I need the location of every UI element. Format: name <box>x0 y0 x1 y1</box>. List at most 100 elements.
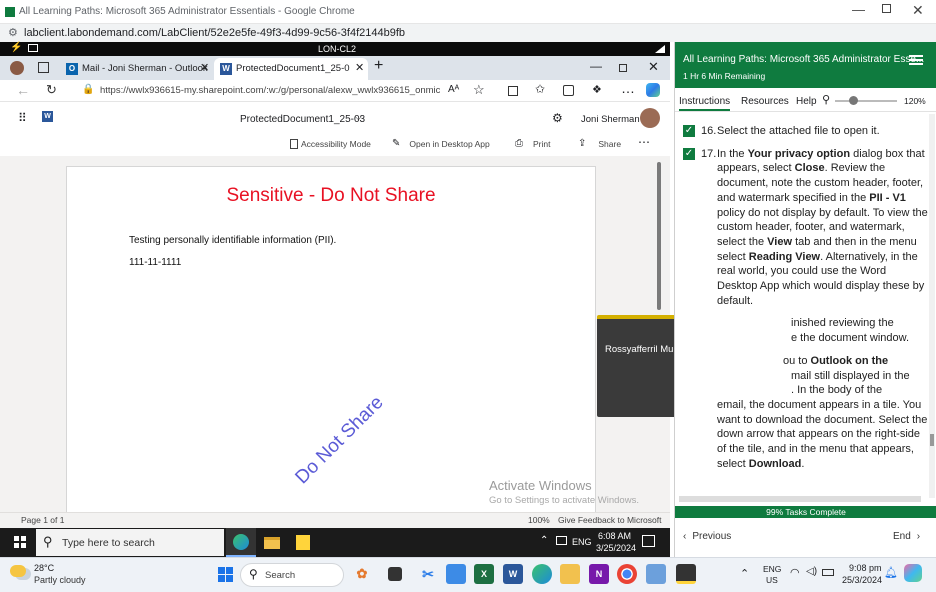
restore-icon[interactable] <box>619 64 627 72</box>
vm-search-box[interactable]: ⚲ Type here to search <box>36 529 224 556</box>
zoom-level[interactable]: 100% <box>528 515 550 525</box>
address-url[interactable]: labclient.labondemand.com/LabClient/52e2… <box>24 27 405 39</box>
copilot-icon[interactable] <box>904 564 922 582</box>
settings-icon[interactable]: ⚙ <box>552 111 563 125</box>
vm-date[interactable]: 3/25/2024 <box>596 543 636 553</box>
vm-time[interactable]: 6:08 AM <box>598 531 631 541</box>
open-in-desktop-button[interactable]: ✎ Open in Desktop App <box>392 138 490 149</box>
zoom-slider-thumb[interactable] <box>849 96 858 105</box>
tab-instructions[interactable]: Instructions <box>679 96 731 111</box>
split-screen-icon[interactable] <box>508 86 518 96</box>
chrome-titlebar: All Learning Paths: Microsoft 365 Admini… <box>0 0 936 24</box>
step-17: ✓ 17. In the Your privacy option dialog … <box>675 147 929 309</box>
avatar[interactable] <box>640 108 660 128</box>
edge-address[interactable]: https://wwlx936615-my.sharepoint.com/:w:… <box>100 85 440 96</box>
notification-icon[interactable] <box>642 535 655 547</box>
zoom-slider[interactable] <box>835 96 897 105</box>
previous-button[interactable]: ‹ Previous <box>683 531 731 542</box>
end-button[interactable]: End › <box>893 531 920 542</box>
zoom-icon[interactable]: ⚲ <box>822 93 830 106</box>
share-button[interactable]: ⇪ Share <box>578 138 621 149</box>
lab-scrollbar[interactable] <box>929 114 935 498</box>
lab-hscrollbar[interactable] <box>679 496 921 502</box>
close-icon[interactable]: ✕ <box>912 2 924 19</box>
sticky-notes-icon[interactable] <box>296 535 310 550</box>
chevron-up-icon[interactable]: ⌃ <box>540 535 548 546</box>
store-icon[interactable] <box>446 564 466 584</box>
vm-taskbar: ⚲ Type here to search ⌃ ENG 6:08 AM 3/25… <box>0 528 670 557</box>
refresh-icon[interactable]: ↻ <box>46 82 57 98</box>
profile-icon[interactable] <box>10 61 24 75</box>
onenote-icon[interactable]: N <box>589 564 609 584</box>
tab-resources[interactable]: Resources <box>741 96 789 107</box>
back-icon[interactable]: ← <box>16 82 30 98</box>
vm-lang[interactable]: ENG <box>572 537 592 547</box>
flowers-widget-icon[interactable]: ✿ <box>352 564 372 584</box>
close-icon[interactable]: ✕ <box>648 59 659 75</box>
host-region[interactable]: US <box>766 575 778 585</box>
more-icon[interactable]: … <box>621 80 635 96</box>
new-tab-icon[interactable]: + <box>374 57 383 75</box>
chrome-addressbar: ⚙ labclient.labondemand.com/LabClient/52… <box>0 24 936 42</box>
user-name[interactable]: Joni Sherman <box>581 114 640 125</box>
chevron-up-icon[interactable]: ⌃ <box>740 567 749 580</box>
vm-edge-app[interactable] <box>226 528 256 557</box>
accessibility-mode-button[interactable]: Accessibility Mode <box>290 139 371 149</box>
collections-icon[interactable] <box>563 85 574 96</box>
file-explorer-icon[interactable] <box>560 564 580 584</box>
favorite-icon[interactable]: ☆ <box>473 82 485 98</box>
scrollbar-thumb[interactable] <box>930 434 934 446</box>
more-options-icon[interactable]: ⋯ <box>638 135 650 149</box>
notification-bell-icon[interactable]: 🔔︎ <box>884 566 898 579</box>
document-title[interactable]: ProtectedDocument1_25-03 <box>240 114 365 125</box>
restore-icon[interactable] <box>882 4 891 13</box>
network-icon[interactable] <box>556 536 567 545</box>
tab-word-doc[interactable]: W ProtectedDocument1_25-03.doc ✕ <box>214 58 368 80</box>
minimize-icon[interactable]: — <box>590 59 602 73</box>
minimize-icon[interactable]: — <box>852 2 865 17</box>
task-view-icon[interactable] <box>388 567 402 581</box>
print-button[interactable]: ⎙ Print <box>515 138 550 149</box>
word-app-icon[interactable]: W <box>503 564 523 584</box>
feedback-link[interactable]: Give Feedback to Microsoft <box>558 515 661 525</box>
edge-app-icon[interactable] <box>532 564 552 584</box>
chrome-icon[interactable] <box>617 564 637 584</box>
host-lang[interactable]: ENG <box>763 564 781 574</box>
document-scrollbar[interactable] <box>657 162 661 310</box>
read-aloud-icon[interactable]: Aᴬ <box>448 84 459 95</box>
weather-temp[interactable]: 28°C <box>34 563 54 573</box>
checkbox-icon[interactable]: ✓ <box>683 125 695 137</box>
favorites-icon[interactable]: ✩ <box>535 82 545 96</box>
monitor-icon[interactable] <box>28 44 38 52</box>
excel-icon[interactable]: X <box>474 564 494 584</box>
sticky-notes-icon[interactable] <box>676 564 696 584</box>
wifi-icon[interactable]: ◠ <box>790 566 800 579</box>
host-search-box[interactable]: ⚲ Search <box>240 563 344 587</box>
weather-icon[interactable] <box>10 565 26 577</box>
extensions-icon[interactable]: ❖ <box>592 83 602 96</box>
share-icon: ⇪ <box>578 138 587 149</box>
tab-outlook[interactable]: O Mail - Joni Sherman - Outlook ✕ <box>60 58 212 80</box>
host-date[interactable]: 25/3/2024 <box>842 575 882 585</box>
app-launcher-icon[interactable]: ⠿ <box>18 111 27 125</box>
site-info-icon[interactable]: ⚙ <box>8 26 18 39</box>
checkbox-icon[interactable]: ✓ <box>683 147 695 160</box>
file-explorer-icon[interactable] <box>264 537 280 549</box>
word-logo-icon[interactable]: W <box>42 111 53 122</box>
tab-close-icon[interactable]: ✕ <box>355 61 364 74</box>
tab-actions-icon[interactable] <box>38 62 49 73</box>
tab-close-icon[interactable]: ✕ <box>200 61 209 74</box>
snipping-tool-icon[interactable]: ✂ <box>418 564 438 584</box>
tab-help[interactable]: Help <box>796 96 817 107</box>
photos-icon[interactable] <box>646 564 666 584</box>
lightning-icon[interactable]: ⚡ <box>10 42 22 53</box>
windows-start-icon[interactable] <box>14 536 26 548</box>
windows-start-icon[interactable] <box>218 567 233 582</box>
lab-tabs: Instructions Resources Help ⚲ 120% <box>675 90 936 112</box>
copilot-icon[interactable] <box>646 83 660 97</box>
volume-icon[interactable]: ◁) <box>806 566 817 577</box>
weather-desc[interactable]: Partly cloudy <box>34 575 86 585</box>
battery-icon[interactable] <box>822 569 834 576</box>
chevron-down-icon[interactable]: ⌵ <box>355 112 362 123</box>
host-time[interactable]: 9:08 pm <box>849 563 882 573</box>
